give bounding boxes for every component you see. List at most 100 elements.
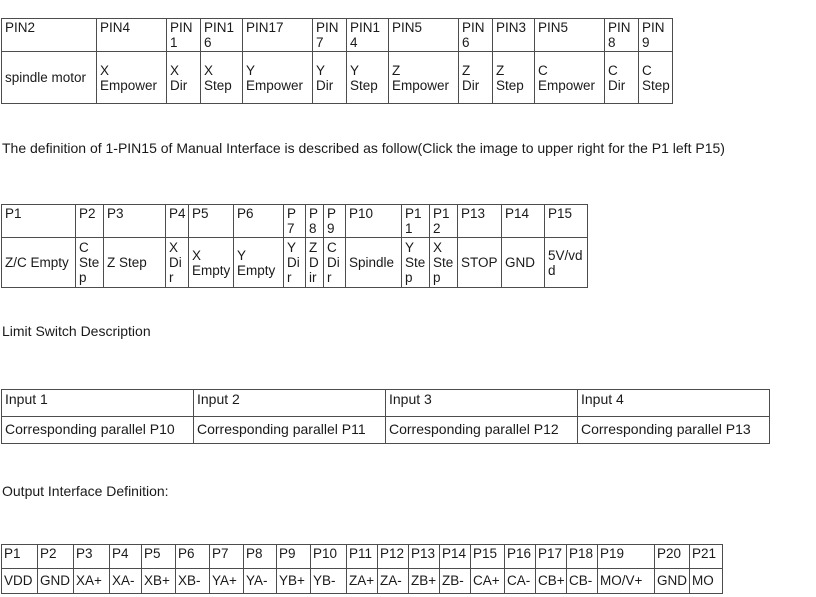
manual-interface-header-cell-3: P3	[103, 203, 166, 239]
output-interface-value-cell-15: CA+	[470, 568, 505, 594]
manual-interface-header-cell-6: P6	[233, 203, 284, 239]
parallel-pins-value-cell-7: Y Step	[346, 51, 389, 105]
output-interface-value-cell-12: ZA-	[377, 568, 409, 594]
output-interface-header-cell-6: P6	[175, 544, 210, 569]
output-interface-value-cell-5: XB+	[141, 568, 176, 594]
output-interface-value-cell-21: MO	[689, 568, 723, 594]
output-interface-value-cell-1: VDD	[1, 568, 38, 594]
limit-switch-value-cell-2: Corresponding parallel P11	[193, 416, 386, 444]
manual-interface-header-cell-9: P9	[323, 203, 346, 239]
output-interface-value-cell-4: XA-	[109, 568, 142, 594]
parallel-pins-header-cell-8: PIN5	[388, 17, 459, 53]
manual-interface-value-cell-4: X Dir	[165, 237, 189, 289]
limit-switch-header-cell-3: Input 3	[385, 389, 578, 417]
output-interface-value-cell-11: ZA+	[346, 568, 378, 594]
table-output-interface-pin-definition: P1 P2 P3 P4 P5 P6 P7 P8 P9 P10 P11 P12 P13 P14 P15 P16 P…	[1, 544, 723, 594]
output-interface-value-cell-20: GND	[654, 568, 690, 594]
output-interface-header-cell-21: P21	[689, 544, 723, 569]
table-manual-interface-body: P1 P2 P3 P4 P5 P6 P7 P8 P9 P10 P11 P12 P13 P14 P15 Z/C…	[1, 203, 588, 289]
manual-interface-value-cell-1: Z/C Empty	[1, 237, 76, 289]
manual-interface-header-cell-5: P5	[188, 203, 234, 239]
output-interface-header-cell-1: P1	[1, 544, 38, 569]
manual-interface-value-cell-7: Y Dir	[283, 237, 306, 289]
table-row-header: PIN2 PIN4 PIN1 PIN16 PIN17 PIN7 PIN14 PIN5 PIN6 P…	[1, 17, 673, 53]
output-interface-header-cell-8: P8	[243, 544, 277, 569]
parallel-pins-value-cell-8: Z Empower	[388, 51, 459, 105]
manual-interface-header-cell-12: P12	[429, 203, 458, 239]
output-interface-header-cell-9: P9	[276, 544, 311, 569]
limit-switch-value-cell-3: Corresponding parallel P12	[385, 416, 578, 444]
parallel-pins-header-cell-1: PIN2	[1, 17, 97, 53]
table-row-values: Z/C Empty C Step Z Step X Dir X Empty Y Empty…	[1, 237, 588, 289]
parallel-pins-value-cell-6: Y Dir	[312, 51, 347, 105]
parallel-pins-header-cell-13: PIN9	[638, 17, 673, 53]
parallel-pins-header-cell-9: PIN6	[458, 17, 493, 53]
limit-switch-header-cell-1: Input 1	[1, 389, 194, 417]
parallel-pins-header-cell-6: PIN7	[312, 17, 347, 53]
output-interface-definition-heading: Output Interface Definition:	[2, 483, 169, 499]
parallel-pins-value-cell-12: C Dir	[604, 51, 639, 105]
output-interface-header-cell-17: P17	[535, 544, 567, 569]
parallel-pins-value-cell-13: C Step	[638, 51, 673, 105]
output-interface-value-cell-2: GND	[37, 568, 74, 594]
manual-interface-value-cell-3: Z Step	[103, 237, 166, 289]
output-interface-header-cell-3: P3	[73, 544, 110, 569]
manual-interface-header-cell-4: P4	[165, 203, 189, 239]
manual-interface-value-cell-13: STOP	[457, 237, 502, 289]
output-interface-value-cell-9: YB+	[276, 568, 311, 594]
parallel-pins-value-cell-1: spindle motor	[1, 51, 97, 105]
parallel-pins-header-cell-4: PIN16	[200, 17, 243, 53]
parallel-pins-header-cell-3: PIN1	[166, 17, 201, 53]
output-interface-value-cell-6: XB-	[175, 568, 210, 594]
output-interface-value-cell-14: ZB-	[439, 568, 471, 594]
manual-interface-header-cell-15: P15	[544, 203, 588, 239]
manual-interface-header-cell-14: P14	[501, 203, 545, 239]
output-interface-header-cell-4: P4	[109, 544, 142, 569]
table-limit-switch-inputs: Input 1 Input 2 Input 3 Input 4 Correspondi…	[1, 389, 770, 444]
manual-interface-value-cell-10: Spindle	[345, 237, 402, 289]
manual-interface-value-cell-15: 5V/vdd	[544, 237, 588, 289]
parallel-pins-header-cell-2: PIN4	[96, 17, 167, 53]
table-parallel-pins-body: PIN2 PIN4 PIN1 PIN16 PIN17 PIN7 PIN14 PIN5 PIN6 P…	[1, 17, 673, 105]
manual-interface-value-cell-12: X Step	[429, 237, 458, 289]
table-row-header: P1 P2 P3 P4 P5 P6 P7 P8 P9 P10 P11 P12 P13 P14 P15	[1, 203, 588, 239]
table-output-interface-body: P1 P2 P3 P4 P5 P6 P7 P8 P9 P10 P11 P12 P13 P14 P15 P16 P…	[1, 544, 723, 594]
output-interface-value-cell-10: YB-	[310, 568, 347, 594]
parallel-pins-value-cell-4: X Step	[200, 51, 243, 105]
output-interface-header-cell-18: P18	[566, 544, 598, 569]
manual-interface-header-cell-10: P10	[345, 203, 402, 239]
table-row-values: VDD GND XA+ XA- XB+ XB- YA+ YA- YB+ YB- ZA+ ZA- ZB+ Z…	[1, 568, 723, 594]
output-interface-value-cell-13: ZB+	[408, 568, 440, 594]
parallel-pins-value-cell-11: C Empower	[534, 51, 605, 105]
output-interface-header-cell-11: P11	[346, 544, 378, 569]
table-parallel-port-pin-definition: PIN2 PIN4 PIN1 PIN16 PIN17 PIN7 PIN14 PIN5 PIN6 P…	[1, 17, 673, 105]
table-row-header: P1 P2 P3 P4 P5 P6 P7 P8 P9 P10 P11 P12 P13 P14 P15 P16 P…	[1, 544, 723, 569]
document-page: PIN2 PIN4 PIN1 PIN16 PIN17 PIN7 PIN14 PIN5 PIN6 P…	[0, 0, 816, 597]
output-interface-header-cell-14: P14	[439, 544, 471, 569]
manual-interface-value-cell-9: C Dir	[323, 237, 346, 289]
manual-interface-header-cell-11: P11	[401, 203, 430, 239]
output-interface-value-cell-7: YA+	[209, 568, 244, 594]
parallel-pins-value-cell-9: Z Dir	[458, 51, 493, 105]
table-limit-switch-body: Input 1 Input 2 Input 3 Input 4 Correspondi…	[1, 389, 770, 444]
limit-switch-header-cell-2: Input 2	[193, 389, 386, 417]
output-interface-header-cell-20: P20	[654, 544, 690, 569]
manual-interface-header-cell-8: P8	[305, 203, 324, 239]
manual-interface-value-cell-14: GND	[501, 237, 545, 289]
parallel-pins-value-cell-5: Y Empower	[242, 51, 313, 105]
limit-switch-value-cell-1: Corresponding parallel P10	[1, 416, 194, 444]
parallel-pins-value-cell-3: X Dir	[166, 51, 201, 105]
output-interface-header-cell-5: P5	[141, 544, 176, 569]
parallel-pins-header-cell-5: PIN17	[242, 17, 313, 53]
manual-interface-value-cell-2: C Step	[75, 237, 104, 289]
manual-interface-value-cell-5: X Empty	[188, 237, 234, 289]
output-interface-header-cell-13: P13	[408, 544, 440, 569]
output-interface-value-cell-18: CB-	[566, 568, 598, 594]
output-interface-header-cell-12: P12	[377, 544, 409, 569]
output-interface-header-cell-2: P2	[37, 544, 74, 569]
output-interface-header-cell-16: P16	[504, 544, 536, 569]
table-row-values: spindle motor X Empower X Dir X Step Y Empow…	[1, 51, 673, 105]
output-interface-value-cell-3: XA+	[73, 568, 110, 594]
manual-interface-header-cell-2: P2	[75, 203, 104, 239]
manual-interface-header-cell-1: P1	[1, 203, 76, 239]
